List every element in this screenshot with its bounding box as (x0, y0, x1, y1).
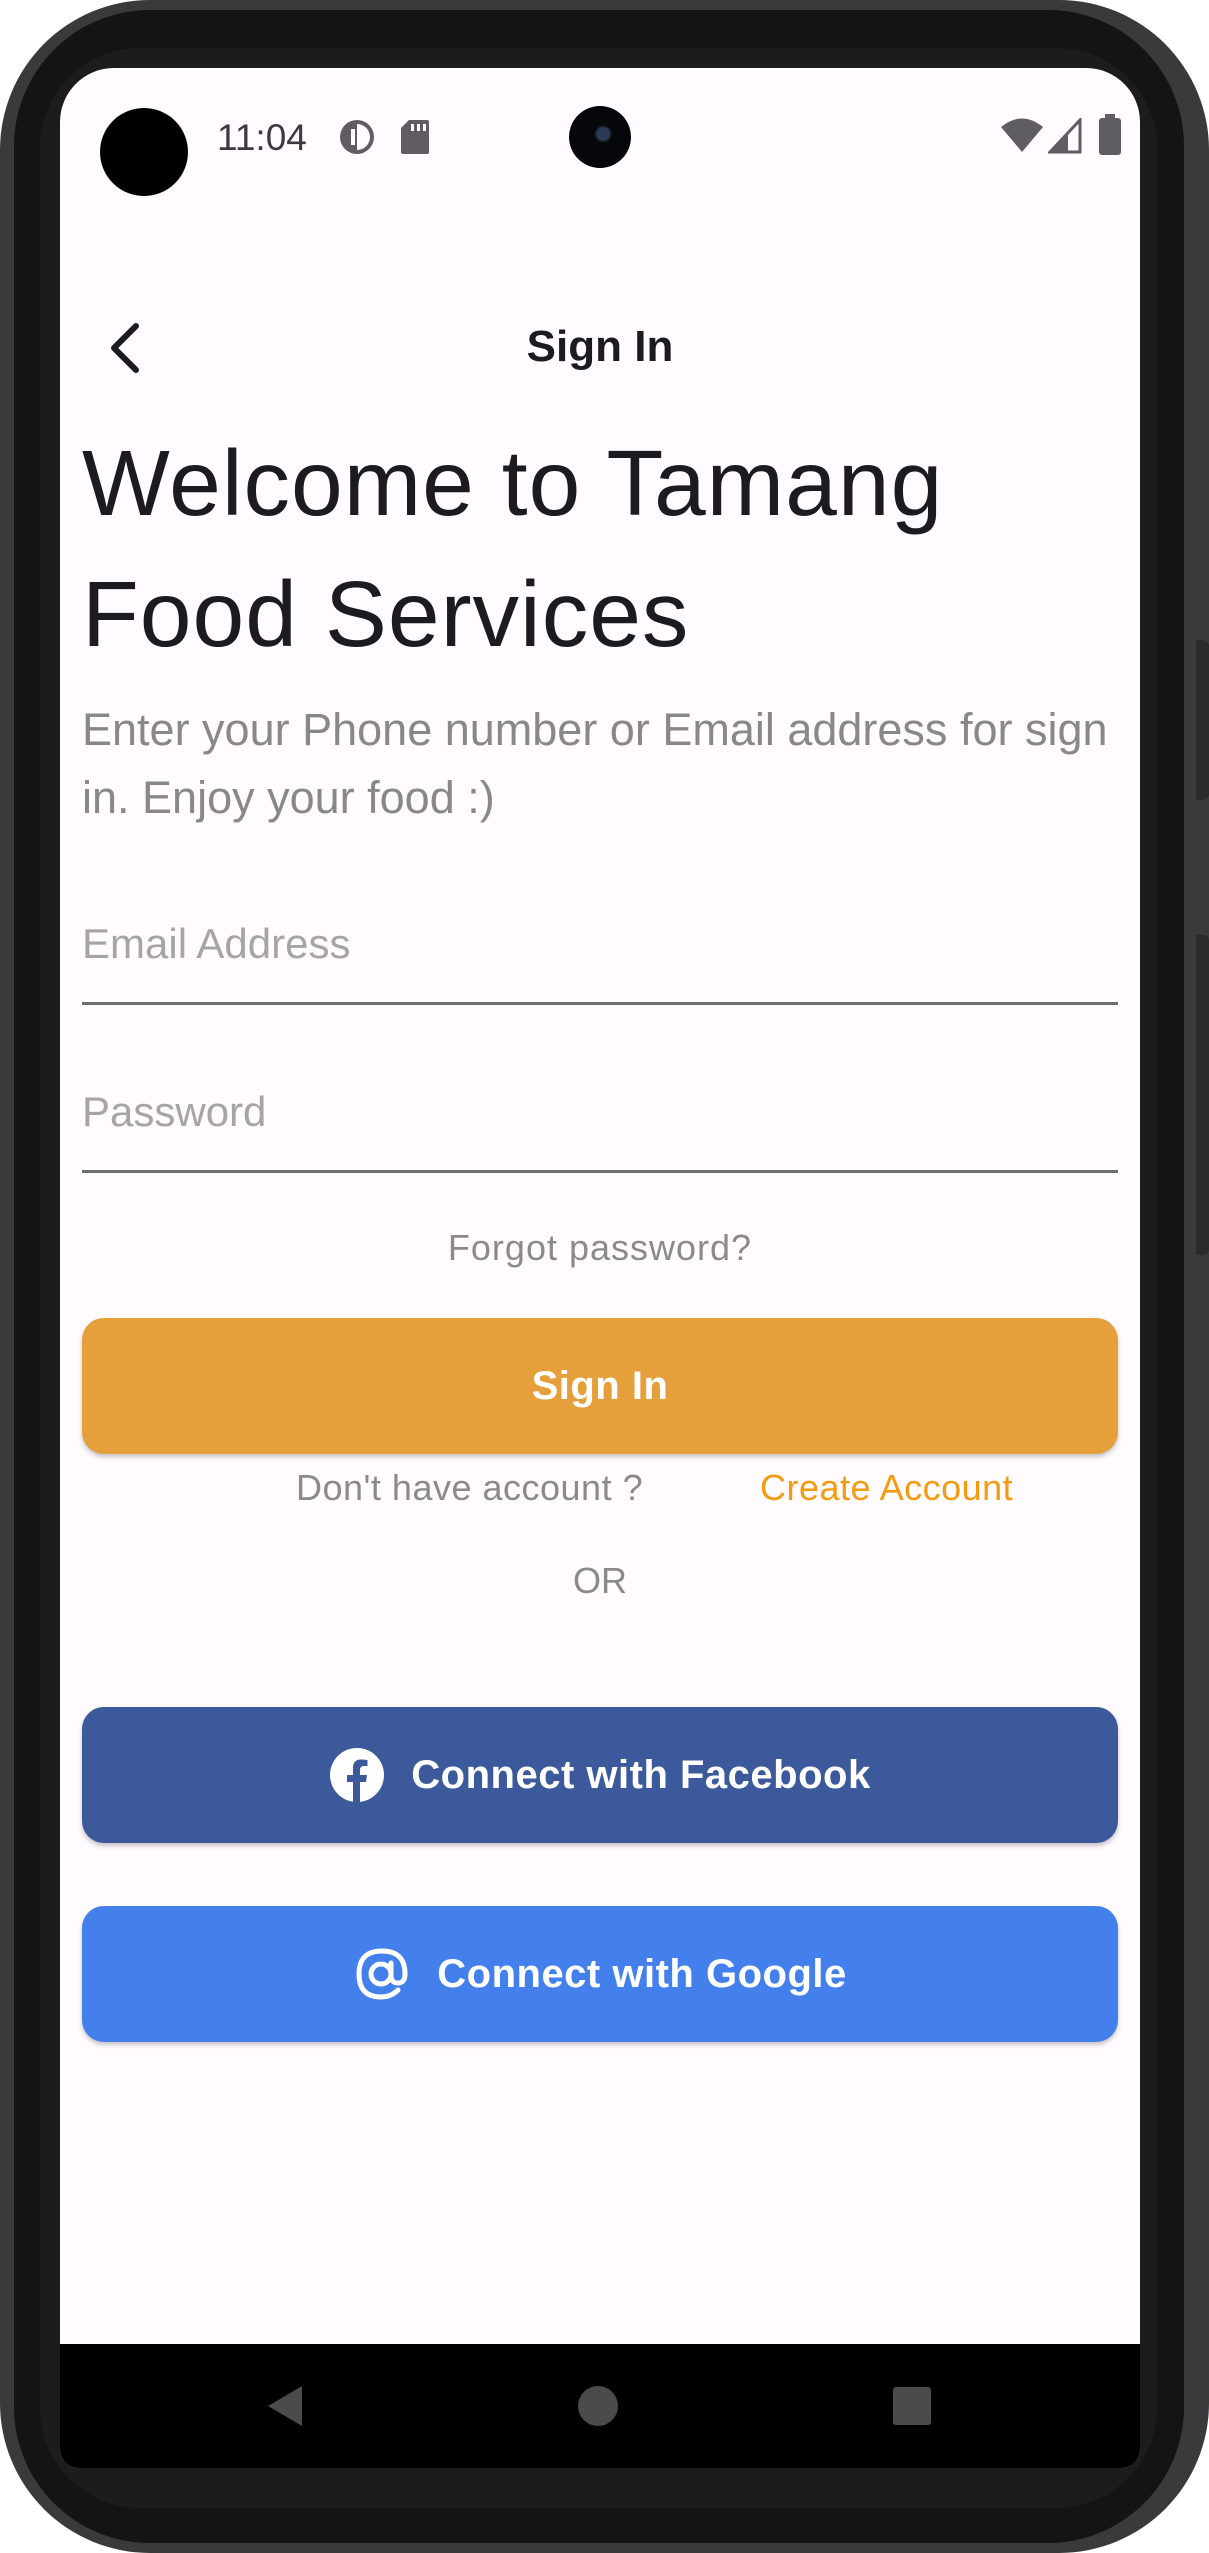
connect-google-button[interactable]: Connect with Google (82, 1906, 1118, 2042)
sign-in-button[interactable]: Sign In (82, 1318, 1118, 1454)
password-field[interactable] (82, 1054, 1118, 1174)
welcome-subtitle: Enter your Phone number or Email address… (82, 704, 1108, 823)
system-nav-bar (60, 2344, 1140, 2468)
app-screen: 11:04 Sign In Welcome to Tamang Food Ser… (60, 68, 1140, 2468)
sign-in-button-label: Sign In (531, 1363, 669, 1408)
connect-facebook-button[interactable]: Connect with Facebook (82, 1707, 1118, 1843)
email-input[interactable] (82, 886, 1118, 1002)
welcome-heading: Welcome to Tamang Food Services (82, 431, 944, 666)
no-account-text: Don't have account ? (296, 1467, 644, 1508)
facebook-icon (330, 1748, 385, 1802)
data-saver-icon (340, 120, 374, 154)
email-underline (82, 1002, 1118, 1005)
create-account-link[interactable]: Create Account (760, 1458, 1013, 1518)
at-sign-icon (356, 1948, 408, 2000)
account-row: Don't have account ? Create Account (82, 1458, 1118, 1518)
or-divider: OR (573, 1560, 627, 1601)
facebook-button-label: Connect with Facebook (411, 1752, 871, 1797)
recents-square-icon[interactable] (890, 2384, 934, 2428)
back-triangle-icon[interactable] (260, 2380, 312, 2432)
front-camera (569, 106, 631, 168)
page-title: Sign In (526, 322, 674, 371)
status-time: 11:04 (217, 117, 307, 158)
home-circle-icon[interactable] (576, 2384, 620, 2428)
password-input[interactable] (82, 1054, 1118, 1170)
forgot-password-link[interactable]: Forgot password? (82, 1218, 1118, 1278)
password-underline (82, 1170, 1118, 1173)
device-volume-button (1196, 640, 1209, 800)
email-field[interactable] (82, 886, 1118, 1006)
back-button[interactable] (88, 308, 168, 388)
sd-card-icon (401, 120, 429, 154)
google-button-label: Connect with Google (437, 1951, 847, 1996)
camera-overlay-dot (100, 108, 188, 196)
battery-icon (1099, 114, 1121, 155)
status-bar: 11:04 (60, 68, 1140, 208)
wifi-icon (1001, 118, 1043, 152)
device-power-button (1196, 935, 1209, 1255)
app-bar: Sign In (60, 278, 1140, 418)
cell-signal-icon (1048, 118, 1082, 154)
arrow-back-icon (111, 323, 139, 373)
